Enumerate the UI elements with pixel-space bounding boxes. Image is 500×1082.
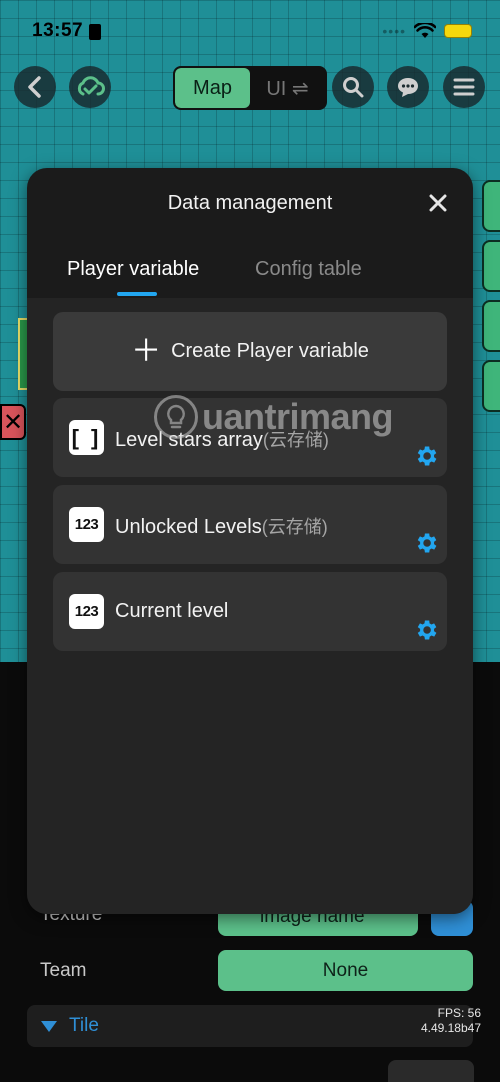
gear-icon[interactable]	[413, 617, 439, 643]
gear-icon[interactable]	[413, 530, 439, 556]
fps-counter: FPS: 56 4.49.18b47	[421, 1006, 481, 1036]
back-button[interactable]	[14, 66, 56, 108]
variable-name-text: Unlocked Levels	[115, 516, 262, 538]
triangle-down-icon	[41, 1021, 57, 1032]
gear-icon[interactable]	[413, 443, 439, 469]
delete-marker-icon[interactable]: ✕	[0, 404, 26, 440]
number-type-icon: 123	[69, 507, 104, 542]
chevron-left-icon	[28, 76, 41, 98]
map-ui-toggle: Map UI ⇌	[173, 66, 327, 110]
number-type-icon: 123	[69, 594, 104, 629]
battery-icon	[444, 24, 472, 38]
menu-icon	[453, 78, 475, 96]
side-card[interactable]	[482, 180, 500, 232]
team-select[interactable]: None	[218, 950, 473, 991]
team-label: Team	[40, 960, 87, 981]
variable-name: Level stars array(云存储)	[115, 426, 329, 452]
side-card[interactable]	[482, 360, 500, 412]
data-management-modal: Data management Player variable Config t…	[27, 168, 473, 914]
variable-name-text: Level stars array	[115, 429, 263, 451]
search-button[interactable]	[332, 66, 374, 108]
tab-player-variable[interactable]: Player variable	[67, 258, 199, 281]
variable-name-text: Current level	[115, 600, 229, 622]
id-card-icon	[89, 24, 102, 40]
wifi-icon	[414, 23, 436, 38]
close-button[interactable]	[425, 190, 451, 216]
active-tab-indicator	[117, 292, 157, 296]
tile-section-header[interactable]: Tile	[27, 1005, 473, 1047]
variable-name: Current level	[115, 600, 228, 623]
create-button-label: Create Player variable	[171, 340, 369, 362]
segment-ui[interactable]: UI ⇌	[250, 68, 325, 108]
chat-bubble-icon	[398, 78, 418, 97]
tile-section-label: Tile	[69, 1015, 99, 1036]
player-variable-list: ＋ Create Player variable [ ] Level stars…	[27, 298, 473, 914]
create-player-variable-button[interactable]: ＋ Create Player variable	[53, 312, 447, 391]
array-type-icon: [ ]	[69, 420, 104, 455]
cloud-save-button[interactable]	[69, 66, 111, 108]
menu-button[interactable]	[443, 66, 485, 108]
chat-button[interactable]	[387, 66, 429, 108]
variable-suffix: (云存储)	[261, 517, 328, 537]
close-icon	[429, 194, 447, 212]
top-toolbar: Map UI ⇌	[0, 66, 500, 110]
modal-title: Data management	[167, 192, 333, 214]
version-value: 4.49.18b47	[420, 1021, 481, 1035]
bottom-button[interactable]	[388, 1060, 474, 1082]
modal-tabs: Player variable Config table	[27, 250, 473, 296]
side-card[interactable]	[482, 240, 500, 292]
cloud-check-icon	[77, 76, 105, 96]
side-card[interactable]	[482, 300, 500, 352]
variable-item-current-level[interactable]: 123 Current level	[53, 572, 447, 651]
search-icon	[343, 77, 364, 98]
signal-dots-icon: ••••	[382, 23, 406, 39]
variable-item-unlocked-levels[interactable]: 123 Unlocked Levels(云存储)	[53, 485, 447, 564]
status-indicators: ••••	[382, 23, 472, 39]
tab-config-table[interactable]: Config table	[255, 258, 362, 281]
status-time: 13:57	[32, 20, 84, 41]
variable-suffix: (云存储)	[262, 430, 329, 450]
fps-value: FPS: 56	[437, 1006, 481, 1020]
variable-item-level-stars-array[interactable]: [ ] Level stars array(云存储)	[53, 398, 447, 477]
plus-icon: ＋	[131, 334, 162, 368]
segment-map[interactable]: Map	[175, 68, 250, 108]
status-bar: 13:57 ••••	[0, 0, 500, 62]
variable-name: Unlocked Levels(云存储)	[115, 513, 328, 539]
